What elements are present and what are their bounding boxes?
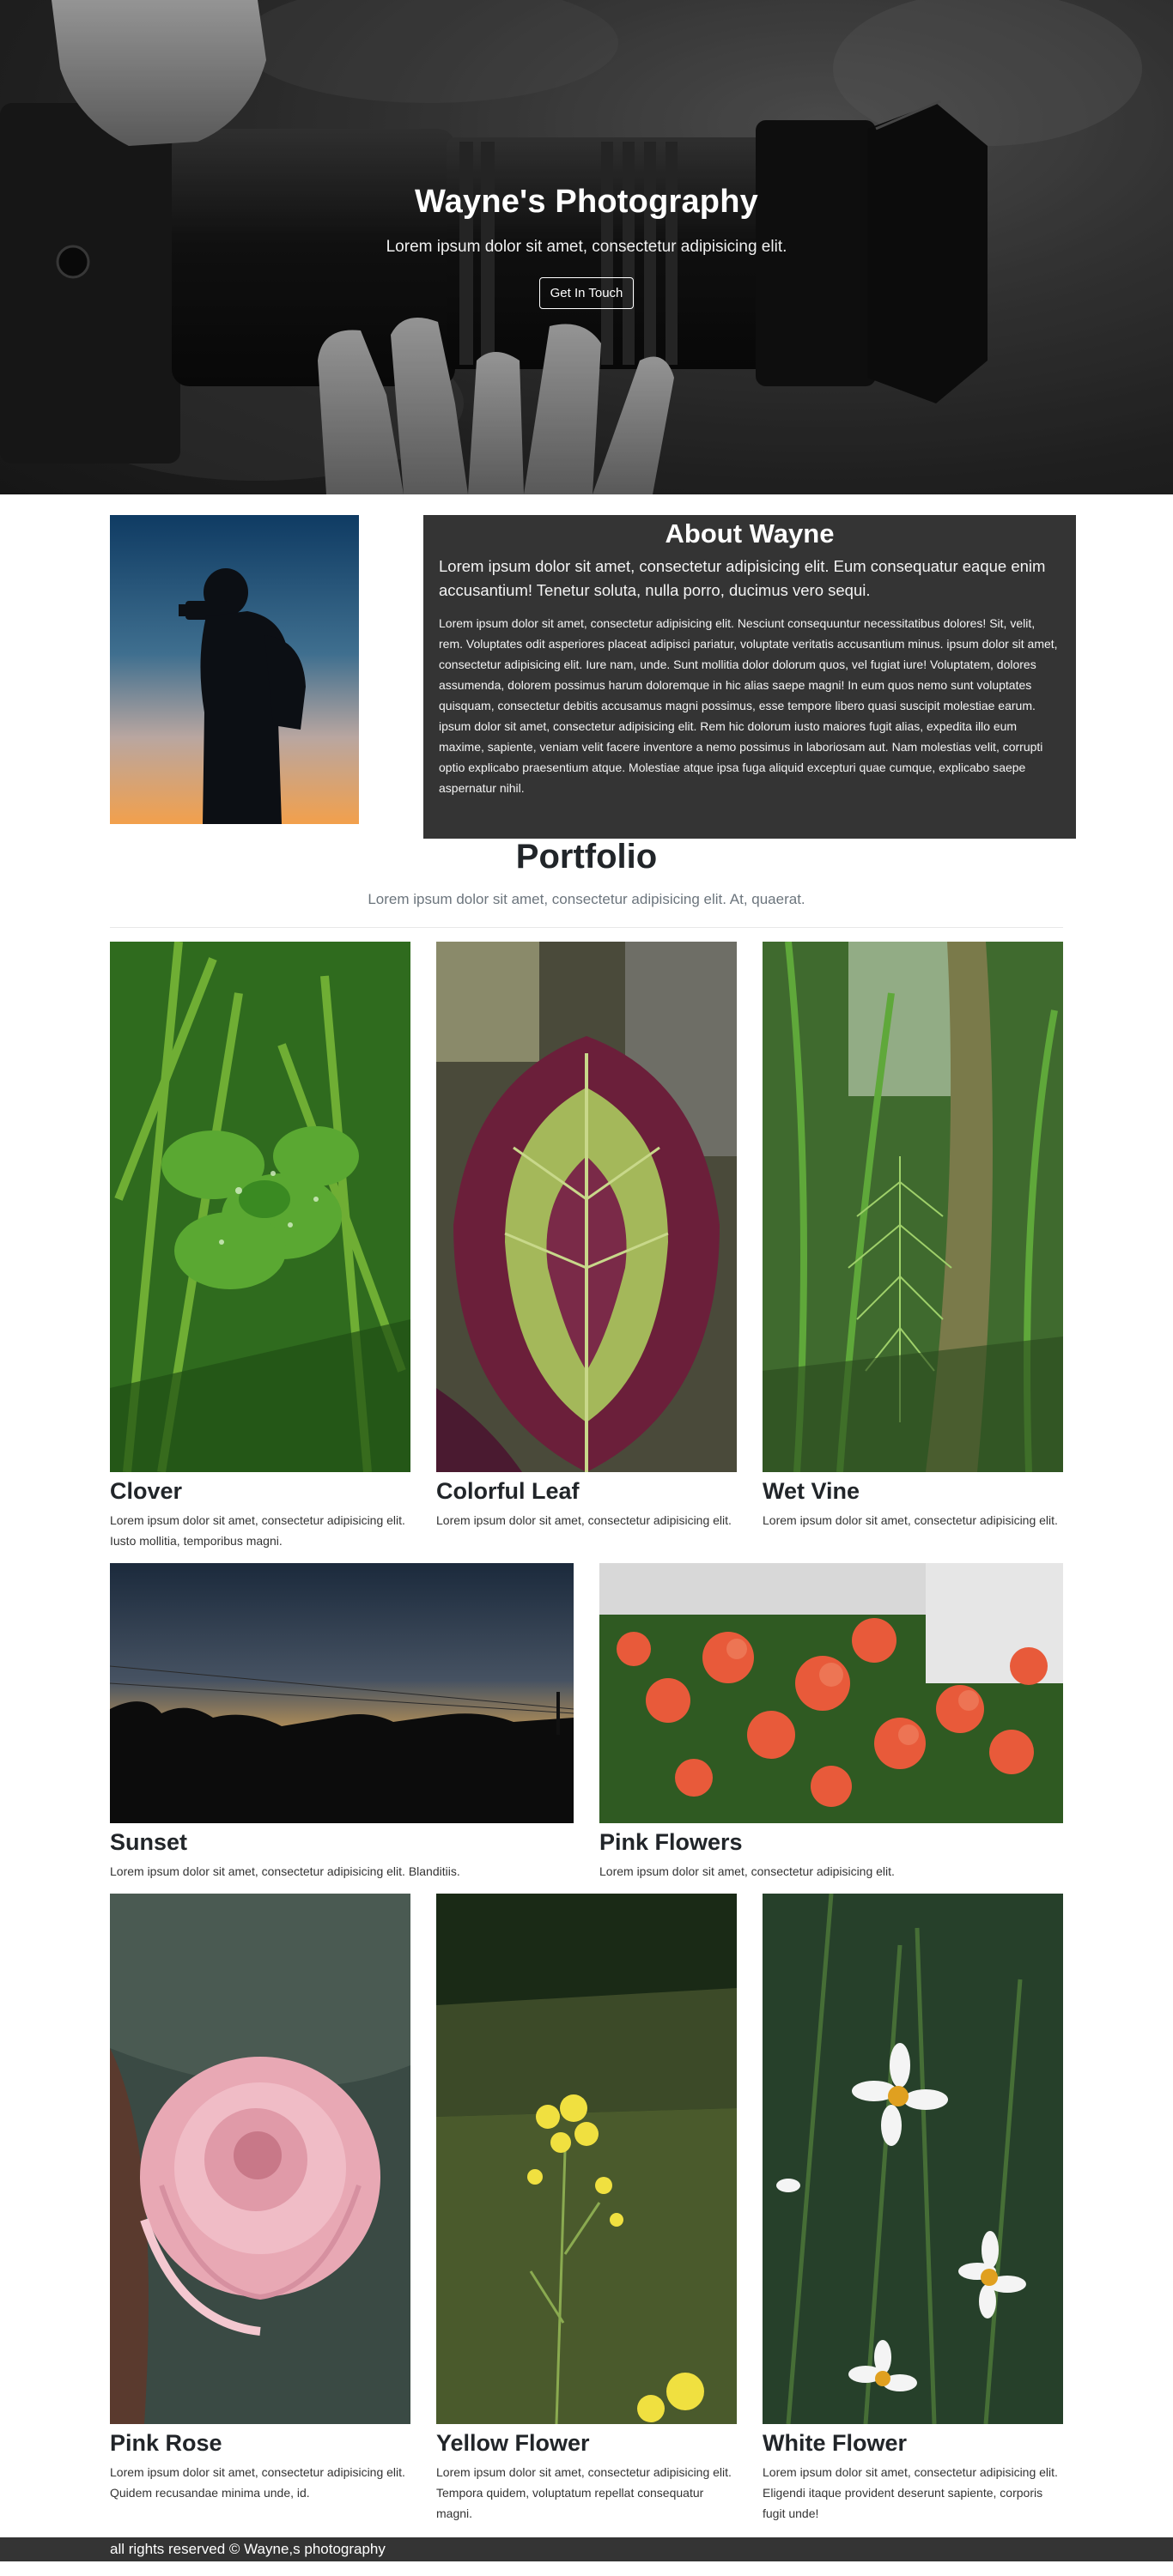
card-title: Yellow Flower bbox=[436, 2430, 590, 2456]
portfolio-divider bbox=[110, 927, 1063, 928]
portfolio-subtitle: Lorem ipsum dolor sit amet, consectetur … bbox=[368, 891, 805, 907]
yellow-flower-image bbox=[436, 1894, 737, 2424]
card-text: Lorem ipsum dolor sit amet, consectetur … bbox=[436, 2465, 732, 2520]
get-in-touch-button[interactable]: Get In Touch bbox=[538, 277, 635, 309]
card-title: Sunset bbox=[110, 1829, 188, 1855]
hero-content: Wayne's Photography Lorem ipsum dolor si… bbox=[0, 184, 1173, 309]
card-title: Clover bbox=[110, 1478, 183, 1504]
portfolio-card-white-flower[interactable]: White Flower Lorem ipsum dolor sit amet,… bbox=[763, 1894, 1063, 2524]
hero-title: Wayne's Photography bbox=[415, 184, 758, 220]
pink-rose-image bbox=[110, 1894, 410, 2424]
portfolio-card-yellow-flower[interactable]: Yellow Flower Lorem ipsum dolor sit amet… bbox=[436, 1894, 737, 2524]
portfolio-card-pink-rose[interactable]: Pink Rose Lorem ipsum dolor sit amet, co… bbox=[110, 1894, 410, 2503]
about-lead-text: Lorem ipsum dolor sit amet, consectetur … bbox=[439, 557, 1046, 599]
card-text: Lorem ipsum dolor sit amet, consectetur … bbox=[110, 1864, 460, 1878]
card-title: Wet Vine bbox=[763, 1478, 860, 1504]
about-body-text: Lorem ipsum dolor sit amet, consectetur … bbox=[439, 616, 1058, 795]
card-text: Lorem ipsum dolor sit amet, consectetur … bbox=[599, 1864, 895, 1878]
footer: all rights reserved © Wayne,s photograph… bbox=[0, 2537, 1173, 2561]
portfolio-card-clover[interactable]: Clover Lorem ipsum dolor sit amet, conse… bbox=[110, 942, 410, 1551]
portfolio-card-colorful-leaf[interactable]: Colorful Leaf Lorem ipsum dolor sit amet… bbox=[436, 942, 737, 1530]
white-flower-image bbox=[763, 1894, 1063, 2424]
card-text: Lorem ipsum dolor sit amet, consectetur … bbox=[110, 1513, 405, 1548]
card-title: Pink Rose bbox=[110, 2430, 222, 2456]
about-photographer-image bbox=[110, 515, 359, 824]
card-title: Colorful Leaf bbox=[436, 1478, 580, 1504]
card-text: Lorem ipsum dolor sit amet, consectetur … bbox=[763, 2465, 1058, 2520]
card-title: White Flower bbox=[763, 2430, 907, 2456]
card-text: Lorem ipsum dolor sit amet, consectetur … bbox=[110, 2465, 405, 2500]
portfolio-title: Portfolio bbox=[515, 838, 658, 876]
about-panel: About Wayne Lorem ipsum dolor sit amet, … bbox=[423, 515, 1076, 839]
about-title: About Wayne bbox=[665, 518, 835, 549]
pink-flowers-image bbox=[599, 1563, 1063, 1823]
colorful-leaf-image bbox=[436, 942, 737, 1472]
wet-vine-image bbox=[763, 942, 1063, 1472]
footer-copyright: all rights reserved © Wayne,s photograph… bbox=[110, 2541, 386, 2557]
sunset-image bbox=[110, 1563, 574, 1823]
portfolio-card-pink-flowers[interactable]: Pink Flowers Lorem ipsum dolor sit amet,… bbox=[599, 1563, 1063, 1882]
clover-image bbox=[110, 942, 410, 1472]
portfolio-card-wet-vine[interactable]: Wet Vine Lorem ipsum dolor sit amet, con… bbox=[763, 942, 1063, 1530]
portfolio-card-sunset[interactable]: Sunset Lorem ipsum dolor sit amet, conse… bbox=[110, 1563, 574, 1882]
hero-banner: Wayne's Photography Lorem ipsum dolor si… bbox=[0, 0, 1173, 494]
hero-subtitle: Lorem ipsum dolor sit amet, consectetur … bbox=[386, 238, 787, 256]
card-text: Lorem ipsum dolor sit amet, consectetur … bbox=[763, 1513, 1058, 1527]
card-text: Lorem ipsum dolor sit amet, consectetur … bbox=[436, 1513, 732, 1527]
card-title: Pink Flowers bbox=[599, 1829, 743, 1855]
